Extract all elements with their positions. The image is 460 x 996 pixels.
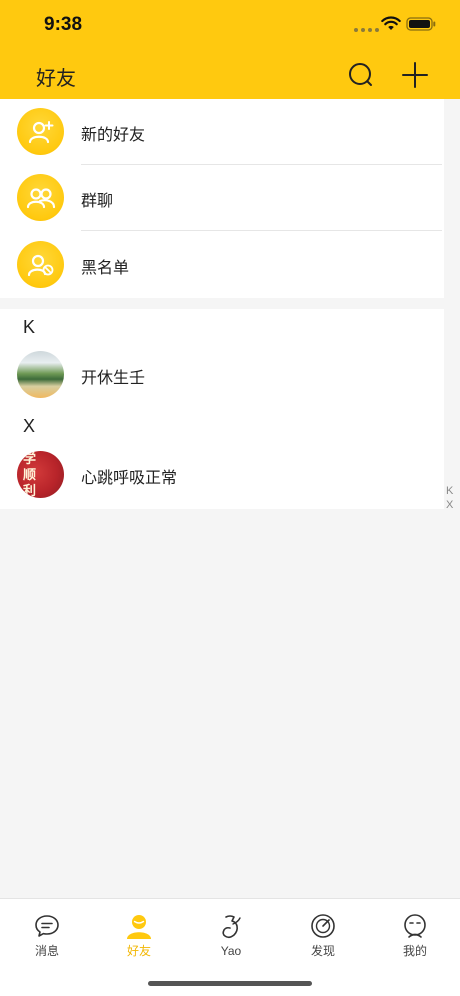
index-letter-k[interactable]: K <box>446 484 453 498</box>
avatar: 学 顺 利 <box>17 451 64 498</box>
new-friends-row[interactable]: 新的好友 <box>0 99 444 165</box>
contact-list: K 开休生壬 X 学 顺 利 心跳呼吸正常 <box>0 309 444 509</box>
plus-icon[interactable] <box>400 60 430 90</box>
alphabet-index[interactable]: K X <box>446 484 453 512</box>
group-chat-label: 群聊 <box>81 193 114 210</box>
message-icon <box>35 915 59 937</box>
tab-yao[interactable]: Yao <box>185 913 277 963</box>
tab-profile-label: 我的 <box>402 944 427 958</box>
contact-name: 开休生壬 <box>81 370 146 387</box>
blacklist-row[interactable]: 黑名单 <box>0 232 444 298</box>
wifi-icon <box>381 16 401 30</box>
function-list: 新的好友 群聊 黑名单 <box>0 99 444 298</box>
divider <box>81 230 442 231</box>
contact-name: 心跳呼吸正常 <box>81 470 178 487</box>
yao-icon <box>222 915 241 939</box>
nav-bar: 好友 <box>0 50 460 99</box>
avatar <box>17 351 64 398</box>
status-bar: 9:38 <box>0 0 460 50</box>
home-indicator[interactable] <box>148 981 312 986</box>
section-header-x: X <box>23 416 36 436</box>
page-title: 好友 <box>36 68 76 90</box>
tab-friends-label: 好友 <box>126 944 151 958</box>
tab-yao-label: Yao <box>220 944 242 958</box>
group-chat-row[interactable]: 群聊 <box>0 165 444 231</box>
tab-messages-label: 消息 <box>34 944 59 958</box>
contact-row[interactable]: 开休生壬 <box>0 342 444 408</box>
new-friends-label: 新的好友 <box>81 127 146 144</box>
signal-icon <box>354 28 379 32</box>
discover-icon <box>311 914 335 938</box>
add-user-icon <box>17 108 64 155</box>
friends-icon <box>127 915 151 939</box>
index-letter-x[interactable]: X <box>446 498 453 512</box>
group-icon <box>17 174 64 221</box>
tab-friends[interactable]: 好友 <box>93 913 185 963</box>
profile-icon <box>404 914 426 938</box>
tab-discover-label: 发现 <box>310 944 335 958</box>
blacklist-label: 黑名单 <box>81 260 130 277</box>
block-user-icon <box>17 241 64 288</box>
section-header-k: K <box>23 317 36 337</box>
tab-discover[interactable]: 发现 <box>277 913 369 963</box>
tab-profile[interactable]: 我的 <box>369 913 460 963</box>
status-time: 9:38 <box>44 14 83 35</box>
contact-row[interactable]: 学 顺 利 心跳呼吸正常 <box>0 442 444 508</box>
tab-messages[interactable]: 消息 <box>1 913 93 963</box>
search-icon[interactable] <box>346 60 376 90</box>
battery-icon <box>406 17 436 31</box>
